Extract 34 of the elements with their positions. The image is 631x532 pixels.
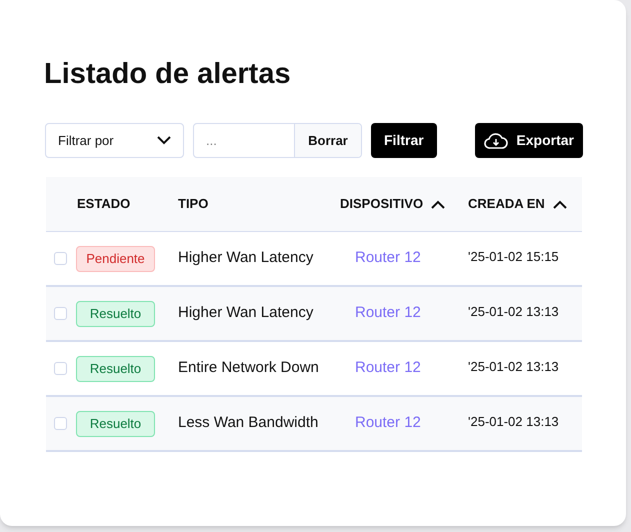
alert-type: Higher Wan Latency xyxy=(178,248,314,268)
row-checkbox[interactable] xyxy=(54,307,67,320)
filter-select[interactable]: Filtrar por xyxy=(45,123,184,158)
page-title: Listado de alertas xyxy=(44,60,292,89)
created-date: '25-01-02 13:13 xyxy=(468,412,560,431)
alert-type: Entire Network Down xyxy=(178,358,320,378)
clear-button[interactable]: Borrar xyxy=(294,124,361,157)
cloud-download-icon xyxy=(484,132,508,150)
column-header[interactable]: CREADA EN xyxy=(468,194,545,214)
row-checkbox[interactable] xyxy=(54,417,67,430)
chevron-down-icon xyxy=(157,136,171,145)
sort-up-icon[interactable] xyxy=(552,200,567,208)
status-badge: Resuelto xyxy=(76,410,155,436)
status-badge: Resuelto xyxy=(76,300,155,326)
status-badge: Resuelto xyxy=(76,356,155,382)
device-link[interactable]: Router 12 xyxy=(340,247,468,270)
search-field[interactable]: ... Borrar xyxy=(193,123,362,158)
status-badge: Pendiente xyxy=(76,246,155,272)
row-checkbox[interactable] xyxy=(54,362,67,375)
created-date: '25-01-02 13:13 xyxy=(468,358,560,376)
alert-type: Higher Wan Latency xyxy=(178,303,314,324)
device-link[interactable]: Router 12 xyxy=(340,302,468,325)
created-date: '25-01-02 15:15 xyxy=(468,248,560,266)
row-checkbox[interactable] xyxy=(54,252,67,265)
column-header: ESTADO xyxy=(77,195,130,214)
device-link[interactable]: Router 12 xyxy=(340,357,468,380)
created-date: '25-01-02 13:13 xyxy=(468,302,560,321)
sort-up-icon[interactable] xyxy=(431,200,446,208)
column-header: TIPO xyxy=(178,195,208,214)
alert-type: Less Wan Bandwidth xyxy=(178,413,320,434)
device-link[interactable]: Router 12 xyxy=(340,412,468,435)
column-header[interactable]: DISPOSITIVO xyxy=(340,194,424,214)
filter-button[interactable]: Filtrar xyxy=(371,123,437,158)
export-button[interactable]: Exportar xyxy=(475,123,583,158)
